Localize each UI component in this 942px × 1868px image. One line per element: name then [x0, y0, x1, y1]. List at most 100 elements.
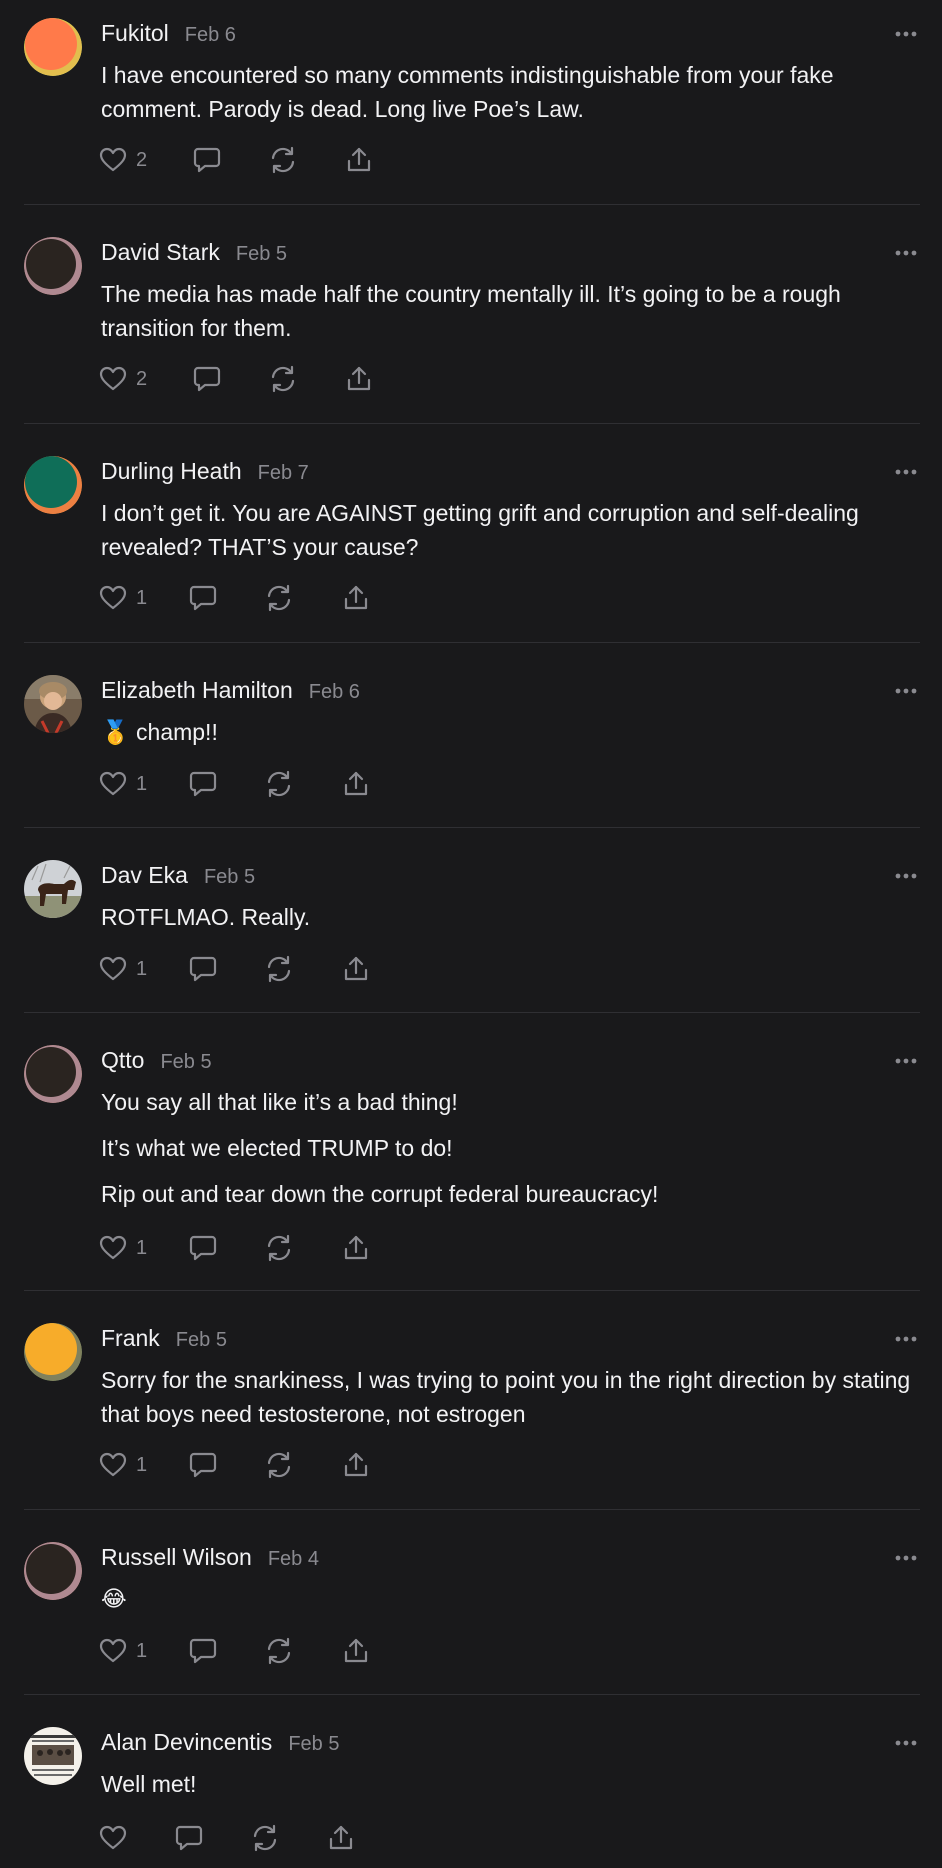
restack-icon [264, 1636, 294, 1666]
avatar-gradient [24, 1323, 82, 1381]
like-count: 1 [136, 772, 148, 795]
reply-button[interactable] [174, 1821, 204, 1855]
author-name[interactable]: Russell Wilson [101, 1544, 252, 1571]
comment-date[interactable]: Feb 5 [176, 1329, 227, 1352]
like-button[interactable]: 2 [98, 143, 147, 177]
author-name[interactable]: Fukitol [101, 20, 169, 47]
comment-date[interactable]: Feb 5 [288, 1733, 339, 1756]
author-name[interactable]: Dav Eka [101, 862, 188, 889]
comment-body: ROTFLMAO. Really. [101, 900, 921, 946]
reply-button[interactable] [188, 1448, 218, 1482]
share-button[interactable] [326, 1821, 356, 1855]
comment-bubble-icon [188, 954, 218, 984]
restack-button[interactable] [264, 952, 294, 986]
more-dots-icon[interactable] [894, 1329, 918, 1349]
comment-date[interactable]: Feb 5 [160, 1051, 211, 1074]
like-button[interactable]: 1 [98, 1634, 147, 1668]
restack-button[interactable] [268, 143, 298, 177]
share-icon [341, 954, 371, 984]
more-dots-icon[interactable] [894, 462, 918, 482]
share-button[interactable] [341, 1231, 371, 1265]
avatar[interactable] [24, 237, 82, 295]
heart-icon [98, 145, 128, 175]
restack-button[interactable] [264, 1448, 294, 1482]
comment-date[interactable]: Feb 5 [236, 243, 287, 266]
share-button[interactable] [341, 581, 371, 615]
comment-date[interactable]: Feb 5 [204, 866, 255, 889]
comment-paragraph: Sorry for the snarkiness, I was trying t… [101, 1367, 911, 1427]
comment-header: Dav Eka Feb 5 [101, 862, 255, 892]
comment-paragraph: I don’t get it. You are AGAINST getting … [101, 500, 859, 560]
reply-button[interactable] [192, 362, 222, 396]
comment-date[interactable]: Feb 6 [309, 681, 360, 704]
comment-feed: Fukitol Feb 6 I have encountered so many… [0, 0, 942, 1868]
restack-button[interactable] [268, 362, 298, 396]
author-name[interactable]: Frank [101, 1325, 160, 1352]
like-count: 1 [136, 1639, 148, 1662]
restack-button[interactable] [250, 1821, 280, 1855]
author-name[interactable]: Alan Devincentis [101, 1729, 272, 1756]
author-name[interactable]: Qtto [101, 1047, 144, 1074]
more-dots-icon[interactable] [894, 24, 918, 44]
share-icon [344, 364, 374, 394]
share-button[interactable] [341, 1634, 371, 1668]
heart-icon [98, 1823, 128, 1853]
comment-body: Sorry for the snarkiness, I was trying t… [101, 1363, 921, 1443]
comment-header: David Stark Feb 5 [101, 239, 287, 269]
like-button[interactable] [98, 1821, 128, 1855]
reply-button[interactable] [188, 952, 218, 986]
like-button[interactable]: 1 [98, 1448, 147, 1482]
share-button[interactable] [341, 1448, 371, 1482]
share-button[interactable] [341, 952, 371, 986]
like-button[interactable]: 1 [98, 581, 147, 615]
restack-button[interactable] [264, 1634, 294, 1668]
avatar[interactable] [24, 456, 82, 514]
share-button[interactable] [344, 362, 374, 396]
like-button[interactable]: 1 [98, 952, 147, 986]
restack-button[interactable] [264, 1231, 294, 1265]
heart-icon [98, 1450, 128, 1480]
share-button[interactable] [344, 143, 374, 177]
avatar[interactable] [24, 860, 82, 918]
comment: Elizabeth Hamilton Feb 6 🥇 champ!! 1 [0, 657, 942, 827]
more-dots-icon[interactable] [894, 243, 918, 263]
avatar[interactable] [24, 1045, 82, 1103]
comment-date[interactable]: Feb 6 [185, 24, 236, 47]
more-dots-icon[interactable] [894, 1733, 918, 1753]
author-name[interactable]: Elizabeth Hamilton [101, 677, 293, 704]
restack-button[interactable] [264, 767, 294, 801]
like-button[interactable]: 2 [98, 362, 147, 396]
restack-icon [264, 1450, 294, 1480]
reply-button[interactable] [188, 1231, 218, 1265]
comment-header: Qtto Feb 5 [101, 1047, 212, 1077]
author-name[interactable]: Durling Heath [101, 458, 242, 485]
more-dots-icon[interactable] [894, 681, 918, 701]
restack-button[interactable] [264, 581, 294, 615]
comment-date[interactable]: Feb 7 [258, 462, 309, 485]
avatar[interactable] [24, 1323, 82, 1381]
like-button[interactable]: 1 [98, 1231, 147, 1265]
more-dots-icon[interactable] [894, 1548, 918, 1568]
reply-button[interactable] [192, 143, 222, 177]
avatar-gradient [24, 237, 82, 295]
avatar[interactable] [24, 675, 82, 733]
restack-icon [264, 583, 294, 613]
share-button[interactable] [341, 767, 371, 801]
like-button[interactable]: 1 [98, 767, 147, 801]
comment-header: Alan Devincentis Feb 5 [101, 1729, 339, 1759]
avatar[interactable] [24, 1542, 82, 1600]
reply-button[interactable] [188, 581, 218, 615]
reply-button[interactable] [188, 767, 218, 801]
author-name[interactable]: David Stark [101, 239, 220, 266]
divider [24, 1694, 920, 1695]
comment-body: I don’t get it. You are AGAINST getting … [101, 496, 921, 576]
comment-header: Durling Heath Feb 7 [101, 458, 309, 488]
avatar[interactable] [24, 1727, 82, 1785]
more-dots-icon[interactable] [894, 866, 918, 886]
comment-date[interactable]: Feb 4 [268, 1548, 319, 1571]
comment-paragraph: Rip out and tear down the corrupt federa… [101, 1181, 659, 1207]
avatar[interactable] [24, 18, 82, 76]
comment-paragraph: You say all that like it’s a bad thing! [101, 1089, 458, 1115]
reply-button[interactable] [188, 1634, 218, 1668]
more-dots-icon[interactable] [894, 1051, 918, 1071]
